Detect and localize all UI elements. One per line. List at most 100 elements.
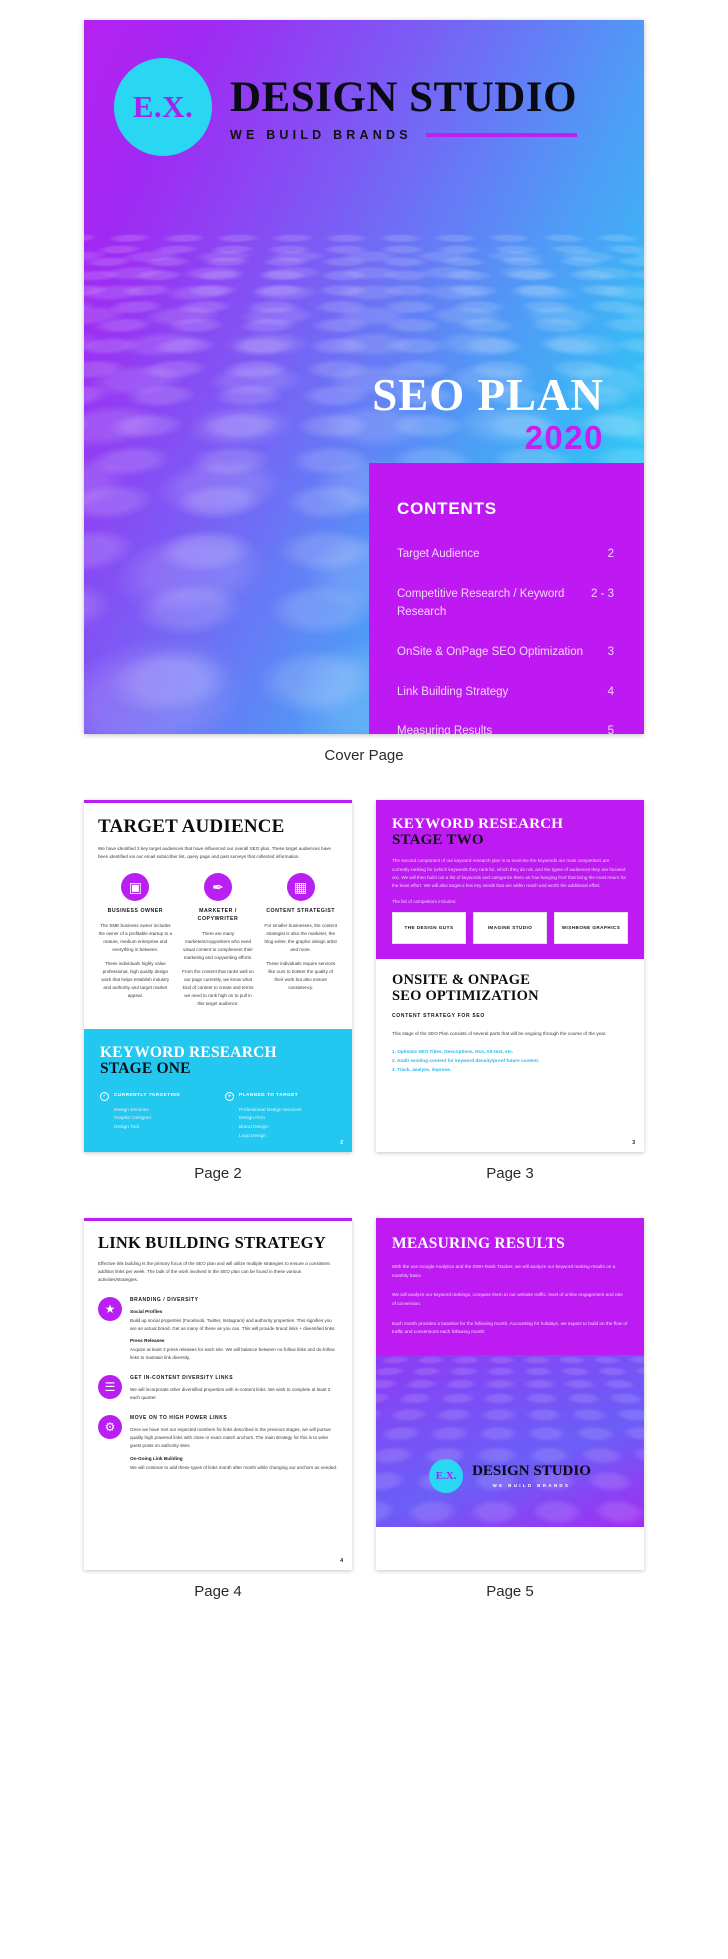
- star-circle-icon: ★: [98, 1296, 122, 1321]
- logo-monogram: E.X.: [132, 89, 194, 124]
- contents-row[interactable]: Target Audience 2: [397, 545, 614, 564]
- page-3-thumbnail[interactable]: KEYWORD RESEARCH STAGE TWO The second co…: [376, 800, 644, 1152]
- stage-two-paragraph: The second component of our keyword rese…: [392, 858, 627, 889]
- measuring-results-paragraph: Each month provides a baseline for the f…: [392, 1320, 628, 1335]
- competitor-box: THE DESIGN GUYS: [392, 912, 466, 945]
- onsite-line-1: ONSITE & ONPAGE: [392, 972, 531, 989]
- link-building-block: ☰ GET IN-CONTENT DIVERSITY LINKS We will i…: [98, 1375, 338, 1402]
- pages-row-2: LINK BUILDING STRATEGY Effective link bu…: [0, 1218, 728, 1622]
- onsite-onpage-section: ONSITE & ONPAGE SEO OPTIMIZATION CONTENT…: [376, 959, 644, 1084]
- cover-title-group: SEO PLAN 2020: [372, 370, 604, 457]
- persona-text-1: For smaller businesses, the content stra…: [264, 922, 337, 952]
- competitor-box: IMAGINE STUDIO: [473, 912, 547, 945]
- contents-row-label: Measuring Results: [397, 725, 493, 734]
- link-building-heading: GET IN-CONTENT DIVERSITY LINKS: [130, 1375, 234, 1382]
- persona-text-2: These individuals highly value professio…: [101, 961, 170, 998]
- logo-circle-icon: E.X.: [114, 58, 212, 156]
- footer-logo-circle-icon: E.X.: [429, 1459, 464, 1494]
- brand-tagline: WE BUILD BRANDS: [230, 128, 412, 142]
- stage-one-column-head: ✓ CURRENTLY TARGETING: [100, 1091, 211, 1101]
- power-circle-icon: ⚙: [98, 1415, 122, 1440]
- contents-panel: CONTENTS Target Audience 2 Competitive Res…: [369, 463, 644, 734]
- page-4-number: 4: [340, 1558, 343, 1564]
- persona-text-2: From the content that ranks well on our …: [182, 969, 254, 1007]
- page-2-thumbnail[interactable]: TARGET AUDIENCE We have identified 3 key…: [84, 800, 352, 1152]
- stage-two-line-2: STAGE TWO: [392, 832, 484, 849]
- pages-row-1: TARGET AUDIENCE We have identified 3 key…: [0, 800, 728, 1204]
- document-preview: E.X. DESIGN STUDIO WE BUILD BRANDS SEO P…: [0, 20, 728, 1622]
- page-4-intro: Effective link building is the primary f…: [98, 1261, 330, 1282]
- link-building-block: ⚙ MOVE ON TO HIGH POWER LINKS Once we have…: [98, 1415, 338, 1472]
- contents-row[interactable]: Measuring Results 5: [397, 722, 614, 734]
- stage-one-keyword: Graphic Designer: [114, 1116, 152, 1122]
- link-building-text: Acquire at least 3 press releases for ea…: [130, 1347, 335, 1361]
- persona-column: ▦ CONTENT STRATEGIST For smaller businesse…: [263, 872, 338, 1015]
- link-building-subhead: On-Going Link Building: [130, 1455, 183, 1461]
- stage-one-keyword: Brand Design: [239, 1125, 269, 1131]
- measuring-results-paragraphs: With the use Google Analytics and the SW…: [392, 1263, 628, 1337]
- measuring-results-paragraph: We will analyze our keyword rankings, co…: [392, 1292, 623, 1307]
- footer-logo-group: E.X. DESIGN STUDIO WE BUILD BRANDS: [376, 1459, 644, 1494]
- content-icon: ▦: [286, 872, 315, 901]
- competitors-lead: The list of competitors includes:: [392, 899, 457, 905]
- document-circle-icon: ☰: [98, 1375, 122, 1400]
- target-circle-icon: ●: [225, 1091, 234, 1101]
- cover-caption: Cover Page: [324, 747, 404, 764]
- persona-column: ✒ MARKETER / COPYWRITER There are many mar…: [181, 872, 256, 1015]
- contents-row-page: 3: [607, 645, 614, 658]
- persona-column: ▣ BUSINESS OWNER The SME business owner in…: [98, 872, 173, 1015]
- brand-tagline-row: WE BUILD BRANDS: [230, 128, 578, 142]
- brand-rule-divider: [425, 133, 578, 137]
- contents-list: Target Audience 2 Competitive Research / K…: [397, 545, 614, 734]
- contents-row[interactable]: Competitive Research / Keyword Research 2…: [397, 585, 614, 622]
- cover-logo-header: E.X. DESIGN STUDIO WE BUILD BRANDS: [84, 20, 644, 156]
- stage-one-line-2: STAGE ONE: [100, 1060, 191, 1078]
- link-building-subhead: Social Profiles: [130, 1308, 163, 1314]
- page-5-thumbnail[interactable]: MEASURING RESULTS With the use Google An…: [376, 1218, 644, 1570]
- cover-page-thumbnail[interactable]: E.X. DESIGN STUDIO WE BUILD BRANDS SEO P…: [84, 20, 644, 734]
- page-4-thumbnail[interactable]: LINK BUILDING STRATEGY Effective link bu…: [84, 1218, 352, 1570]
- link-building-body: GET IN-CONTENT DIVERSITY LINKS We will in…: [130, 1375, 338, 1402]
- onsite-line-2: SEO OPTIMIZATION: [392, 988, 539, 1005]
- brand-name: DESIGN STUDIO: [230, 74, 578, 121]
- stage-one-column: ✓ CURRENTLY TARGETING Design Services Graph…: [100, 1091, 211, 1142]
- link-building-text: Build up social properties (Facebook, Tw…: [130, 1317, 336, 1331]
- stage-one-keyword: Logo Design: [239, 1134, 266, 1140]
- link-building-text: We will incorporate other diversified pr…: [130, 1387, 331, 1401]
- contents-row-page: 2: [607, 548, 614, 560]
- footer-brand-name: DESIGN STUDIO: [472, 1463, 591, 1480]
- onsite-step: 1. Optimize SEO Titles, Descriptions, H1…: [392, 1048, 514, 1054]
- link-building-text: We will continue to add these types of l…: [130, 1464, 338, 1470]
- briefcase-icon: ▣: [121, 872, 150, 901]
- stage-one-keyword: Design Services: [114, 1107, 149, 1113]
- link-building-heading: MOVE ON TO HIGH POWER LINKS: [130, 1415, 228, 1422]
- onsite-step: 3. Track, analyze, improve.: [392, 1067, 452, 1073]
- brand-block: DESIGN STUDIO WE BUILD BRANDS: [230, 72, 578, 142]
- persona-heading: CONTENT STRATEGIST: [266, 907, 336, 914]
- page-3-caption: Page 3: [486, 1165, 534, 1182]
- onsite-step: 2. Audit existing content for keyword de…: [392, 1057, 540, 1063]
- link-building-heading: BRANDING / DIVERSITY: [130, 1296, 199, 1303]
- footer-mesh-pattern: [376, 1355, 644, 1528]
- contents-heading: CONTENTS: [397, 499, 497, 518]
- keyword-stage-two-band: KEYWORD RESEARCH STAGE TWO The second co…: [376, 800, 644, 960]
- footer-tagline: WE BUILD BRANDS: [492, 1483, 571, 1489]
- stage-one-keyword: Design Tool: [114, 1125, 139, 1131]
- page-2-intro: We have identified 3 key target audience…: [98, 846, 331, 859]
- persona-text-2: These individuals require services like …: [266, 961, 336, 991]
- contents-row[interactable]: Link Building Strategy 4: [397, 683, 614, 702]
- contents-row[interactable]: OnSite & OnPage SEO Optimization 3: [397, 643, 614, 662]
- contents-row-page: 5: [607, 725, 614, 734]
- link-building-body: MOVE ON TO HIGH POWER LINKS Once we have …: [130, 1415, 338, 1472]
- page-2-accent-bar: [84, 800, 352, 803]
- cover-year: 2020: [524, 419, 604, 457]
- cover-title: SEO PLAN: [372, 370, 604, 420]
- link-building-blocks: ★ BRANDING / DIVERSITY Social Profiles Buil…: [98, 1296, 338, 1472]
- page-4-title: LINK BUILDING STRATEGY: [98, 1233, 326, 1252]
- contents-row-label: OnSite & OnPage SEO Optimization: [397, 645, 584, 658]
- stage-one-column-label: CURRENTLY TARGETING: [114, 1091, 181, 1097]
- onsite-paragraph: This stage of the SEO Plan consists of s…: [392, 1031, 607, 1037]
- link-building-text: Once we have met our expected numbers fo…: [130, 1427, 331, 1448]
- persona-heading: BUSINESS OWNER: [107, 907, 164, 914]
- page-4-caption: Page 4: [194, 1583, 242, 1600]
